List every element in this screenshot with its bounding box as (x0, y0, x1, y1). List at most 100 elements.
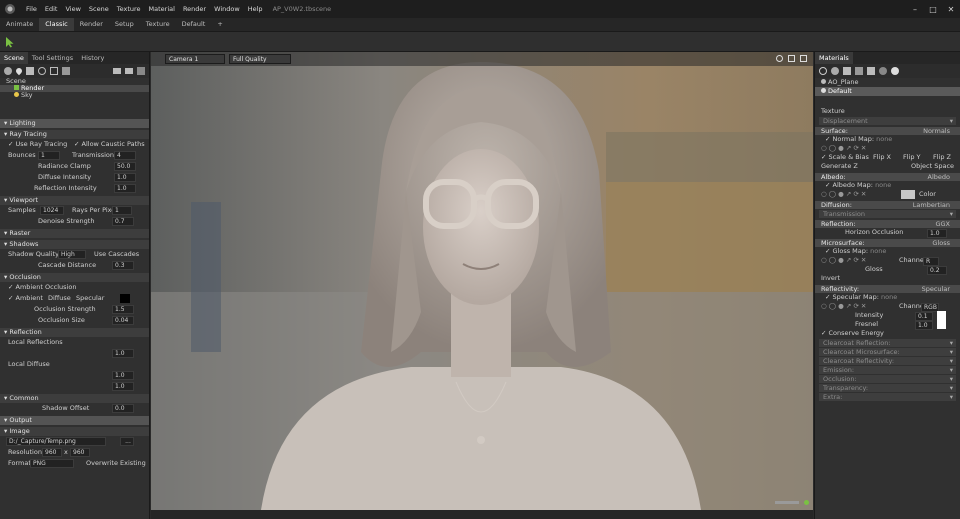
section-raster[interactable]: ▾ Raster (0, 229, 149, 238)
quality-select[interactable]: Full Quality (229, 54, 291, 64)
assign-material-icon[interactable] (891, 67, 899, 75)
tab-render[interactable]: Render (74, 18, 109, 31)
reflection-intensity-input[interactable]: 1.0 (114, 184, 136, 193)
section-image[interactable]: ▾ Image (0, 427, 149, 436)
use-cascades-checkbox[interactable]: Use Cascades (94, 249, 139, 260)
samples-input[interactable]: 1024 (40, 206, 64, 215)
radiance-clamp-input[interactable]: 50.0 (114, 162, 136, 171)
tab-history[interactable]: History (77, 52, 108, 64)
clearcoat-reflection-dropdown[interactable]: Clearcoat Reflection: (819, 339, 956, 347)
browse-button[interactable]: ... (120, 437, 134, 446)
format-select[interactable]: PNG (30, 459, 74, 468)
menu-texture[interactable]: Texture (113, 0, 145, 18)
minimize-button[interactable]: – (906, 5, 924, 14)
menu-help[interactable]: Help (244, 0, 267, 18)
use-ray-tracing-checkbox[interactable]: ✓ Use Ray Tracing (8, 140, 67, 148)
tab-materials[interactable]: Materials (815, 52, 853, 64)
specular-checkbox[interactable]: Specular (76, 293, 104, 304)
tab-animate[interactable]: Animate (0, 18, 39, 31)
menu-view[interactable]: View (61, 0, 84, 18)
section-viewport[interactable]: ▾ Viewport (0, 196, 149, 205)
diffuse-intensity-input[interactable]: 1.0 (114, 173, 136, 182)
section-common[interactable]: ▾ Common (0, 394, 149, 403)
transmission-dropdown[interactable]: Transmission (819, 210, 956, 218)
import-icon[interactable] (125, 68, 133, 74)
section-ray-tracing[interactable]: ▾ Ray Tracing (0, 130, 149, 139)
ao-color-swatch[interactable] (120, 294, 130, 303)
intensity-color-swatch[interactable] (937, 311, 946, 320)
flip-x-checkbox[interactable]: Flip X (873, 153, 891, 162)
settings-icon[interactable] (776, 55, 783, 62)
cascade-input[interactable]: 0.3 (112, 261, 134, 270)
flip-z-checkbox[interactable]: Flip Z (933, 153, 951, 162)
allow-caustic-checkbox[interactable]: ✓ Allow Caustic Paths (74, 139, 145, 150)
res-width-input[interactable]: 960 (42, 448, 62, 457)
shadow-offset-input[interactable]: 0.0 (112, 404, 134, 413)
invert-checkbox[interactable]: Invert (821, 274, 840, 282)
local-diffuse-input-1[interactable]: 1.0 (112, 371, 134, 380)
duplicate-icon[interactable] (831, 67, 839, 75)
tab-scene[interactable]: Scene (0, 52, 28, 64)
microsurface-section[interactable]: Microsurface: Gloss (815, 239, 960, 247)
albedo-color-swatch[interactable] (901, 190, 915, 199)
generate-z-checkbox[interactable]: Generate Z (821, 162, 858, 170)
folder-icon[interactable] (113, 68, 121, 74)
import-material-icon[interactable] (843, 67, 851, 75)
res-height-input[interactable]: 960 (70, 448, 90, 457)
scale-bias-checkbox[interactable]: Scale & Bias (829, 153, 869, 161)
surface-section[interactable]: Surface: Normals (815, 127, 960, 135)
tab-default[interactable]: Default (176, 18, 212, 31)
normal-map-value[interactable]: none (876, 135, 892, 143)
output-path-input[interactable]: D:/_Capture/Temp.png (6, 437, 106, 446)
conserve-energy-checkbox[interactable]: Conserve Energy (829, 329, 884, 337)
section-output[interactable]: ▾ Output (0, 416, 149, 425)
overwrite-checkbox[interactable]: Overwrite Existing (86, 458, 146, 469)
fresnel-color-swatch[interactable] (937, 320, 946, 329)
tree-item-sky[interactable]: Sky (0, 92, 149, 99)
displacement-dropdown[interactable]: Displacement (819, 117, 956, 125)
frame-icon[interactable] (788, 55, 795, 62)
diffusion-section[interactable]: Diffusion: Lambertian (815, 201, 960, 209)
albedo-map-value[interactable]: none (875, 181, 891, 189)
tab-setup[interactable]: Setup (109, 18, 140, 31)
horizon-occlusion-input[interactable]: 1.0 (927, 229, 947, 238)
menu-render[interactable]: Render (179, 0, 210, 18)
denoise-input[interactable]: 0.7 (112, 217, 134, 226)
new-material-icon[interactable] (819, 67, 827, 75)
albedo-section[interactable]: Albedo: Albedo (815, 173, 960, 181)
menu-scene[interactable]: Scene (85, 0, 113, 18)
material-item-default[interactable]: Default (815, 87, 960, 96)
expand-icon[interactable] (800, 55, 807, 62)
close-button[interactable]: ✕ (942, 5, 960, 14)
occlusion-strength-input[interactable]: 1.5 (112, 305, 134, 314)
object-space-checkbox[interactable]: Object Space (911, 162, 954, 171)
section-shadows[interactable]: ▾ Shadows (0, 240, 149, 249)
pick-material-icon[interactable] (879, 67, 887, 75)
camera-select[interactable]: Camera 1 (165, 54, 225, 64)
occlusion-dropdown[interactable]: Occlusion: (819, 375, 956, 383)
camera-icon[interactable] (4, 67, 12, 75)
rays-input[interactable]: 1 (112, 206, 132, 215)
mesh-icon[interactable] (26, 67, 34, 75)
add-tab-button[interactable]: + (211, 18, 228, 31)
tab-texture[interactable]: Texture (140, 18, 176, 31)
select-tool-icon[interactable] (5, 36, 15, 48)
render-viewport[interactable]: Camera 1 Full Quality (151, 52, 813, 510)
menu-window[interactable]: Window (210, 0, 244, 18)
delete-material-icon[interactable] (867, 67, 875, 75)
shadow-quality-select[interactable]: High (58, 250, 86, 259)
specular-map-value[interactable]: none (881, 293, 897, 301)
sphere-icon[interactable] (38, 67, 46, 75)
menu-material[interactable]: Material (145, 0, 179, 18)
occlusion-size-input[interactable]: 0.04 (112, 316, 134, 325)
ambient-checkbox[interactable]: ✓ Ambient (8, 294, 43, 302)
delete-icon[interactable] (137, 67, 145, 75)
menu-edit[interactable]: Edit (41, 0, 62, 18)
menu-file[interactable]: File (22, 0, 41, 18)
group-icon[interactable] (62, 67, 70, 75)
diffuse-checkbox[interactable]: Diffuse (48, 293, 71, 304)
section-lighting[interactable]: ▾ Lighting (0, 119, 149, 128)
maximize-button[interactable]: □ (924, 5, 942, 14)
flip-y-checkbox[interactable]: Flip Y (903, 153, 921, 162)
reflectivity-section[interactable]: Reflectivity: Specular (815, 285, 960, 293)
